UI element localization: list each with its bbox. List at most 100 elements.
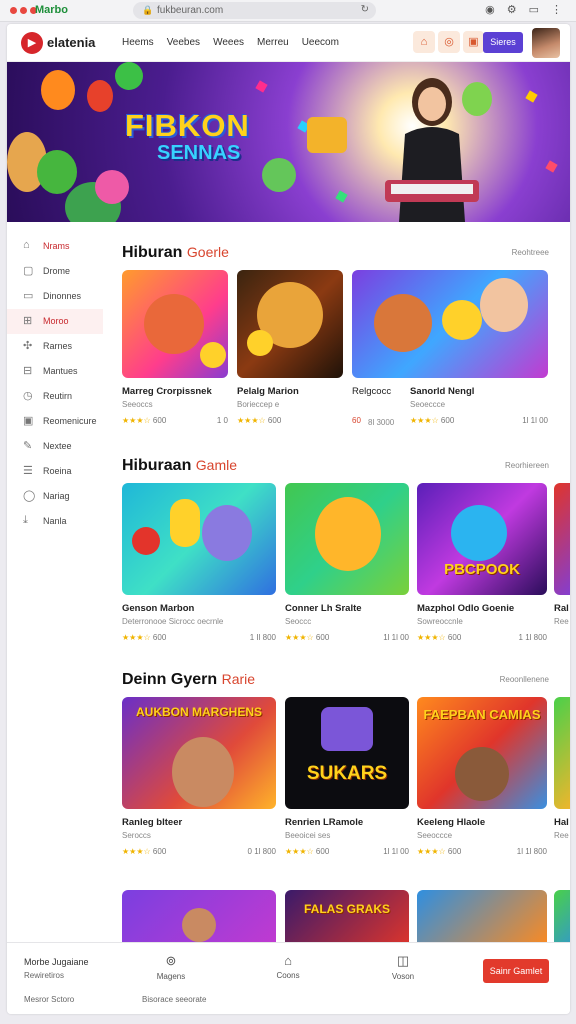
game-thumbnail[interactable]: SUKARS — [285, 697, 409, 809]
sidebar-item-home[interactable]: ⌂ Nrams — [7, 234, 103, 259]
card-title[interactable]: Relgcocc — [352, 386, 391, 397]
gamepad-icon: ⊚ — [165, 953, 177, 968]
game-thumbnail[interactable] — [554, 483, 570, 595]
sidebar-item[interactable]: ✎ Nextee — [7, 434, 103, 459]
rating-stars: ★★★☆ 600 — [285, 847, 330, 856]
cta-button[interactable]: Sainr Gamlet — [483, 959, 549, 983]
card-subtitle: Seeoccs — [122, 400, 153, 409]
sidebar-item[interactable]: ⊟ Mantues — [7, 359, 103, 384]
footer-link[interactable]: Bisorace seeorate — [142, 995, 206, 1004]
tab-home[interactable]: ⌂ Coons — [258, 953, 318, 980]
card-title[interactable]: Pelalg Marion — [237, 386, 299, 397]
see-all-link[interactable]: Reoonllenene — [500, 675, 549, 684]
settings-icon[interactable]: ⚙ — [507, 3, 517, 16]
card-title[interactable]: Mazphol Odlo Goenie — [417, 603, 514, 614]
card-title[interactable]: Genson Marbon — [122, 603, 194, 614]
card-title[interactable]: Conner Lh Sralte — [285, 603, 362, 614]
game-card[interactable]: Conner Lh Sralte Seoccc ★★★☆ 600 1l 1l 0… — [285, 483, 409, 653]
sidebar-item-label: Reutirn — [43, 391, 73, 401]
sidebar-item[interactable]: ▣ Reomenicure — [7, 409, 103, 434]
game-card[interactable]: Genson Marbon Deterronooe Sicrocc oecrnl… — [122, 483, 276, 653]
sidebar-item[interactable]: ☰ Roeina — [7, 459, 103, 484]
game-thumbnail[interactable]: AUKBON MARGHENS — [122, 697, 276, 809]
sidebar-item-active[interactable]: ⊞ Moroo — [7, 309, 103, 334]
game-card[interactable]: Pelalg Marion Borieccep e ★★★☆ 600 — [237, 270, 343, 440]
sidebar-item[interactable]: ▢ Drome — [7, 259, 103, 284]
sidebar-item[interactable]: ◯ Nariag — [7, 484, 103, 509]
game-card[interactable]: Relgcocc 60 8l 3000 Sanorld Nengl Seoecc… — [352, 270, 548, 440]
tab-label: Coons — [276, 971, 300, 980]
nav-link[interactable]: Ueecom — [302, 37, 339, 48]
game-card[interactable]: FALAS GRAKS — [285, 890, 409, 942]
game-card[interactable]: SUKARS Renrien LRamole Beeoicei ses ★★★☆… — [285, 697, 409, 867]
tab-notifications[interactable]: ◫ Voson — [373, 953, 433, 981]
game-thumbnail[interactable]: FAEPBAN CAMIAS — [417, 697, 547, 809]
footer-subtitle[interactable]: Rewiretiros — [24, 971, 64, 980]
hero-banner[interactable]: FIBKON SENNAS — [7, 62, 570, 222]
home-icon[interactable]: ⌂ — [413, 31, 435, 53]
card-title[interactable]: Ral — [554, 603, 569, 614]
see-all-link[interactable]: Reorhiereen — [505, 461, 549, 470]
game-thumbnail[interactable] — [554, 697, 570, 809]
game-card[interactable]: AUKBON MARGHENS Ranleg blteer Seroccs ★★… — [122, 697, 276, 867]
sidebar-item[interactable]: ✣ Rarnes — [7, 334, 103, 359]
nav-link[interactable]: Merreu — [257, 37, 289, 48]
rating-stars: ★★★☆ 600 — [285, 633, 330, 642]
card-title[interactable]: Hal — [554, 817, 569, 828]
reload-icon[interactable]: ↻ — [361, 4, 369, 15]
game-card[interactable]: Ral Ree — [554, 483, 570, 653]
game-thumbnail[interactable] — [417, 890, 547, 942]
game-thumbnail[interactable] — [122, 890, 276, 942]
cube-shape — [321, 707, 373, 751]
card-title[interactable]: Keeleng Hlaole — [417, 817, 485, 828]
game-thumbnail[interactable] — [285, 483, 409, 595]
game-card[interactable]: Hal Ree — [554, 697, 570, 867]
browser-tab-title[interactable]: Marbo — [35, 4, 68, 16]
card-title[interactable]: Marreg Crorpissnek — [122, 386, 212, 397]
window-controls[interactable] — [10, 7, 37, 14]
game-thumbnail[interactable] — [554, 890, 570, 942]
gift-icon[interactable]: ▣ — [463, 31, 484, 53]
game-thumbnail[interactable] — [122, 270, 228, 378]
nav-link[interactable]: Heems — [122, 37, 154, 48]
shield-icon[interactable]: ◉ — [485, 3, 495, 16]
nav-link[interactable]: Weees — [213, 37, 244, 48]
tab-games[interactable]: ⊚ Magens — [141, 953, 201, 981]
game-thumbnail[interactable]: FALAS GRAKS — [285, 890, 409, 942]
nav-link[interactable]: Veebes — [167, 37, 200, 48]
minimize-icon[interactable] — [20, 7, 27, 14]
menu-icon[interactable]: ⋮ — [551, 3, 562, 16]
sidebar-item[interactable]: ⤓ Nanla — [7, 509, 103, 534]
rating-stars: ★★★☆ 600 — [417, 633, 462, 642]
see-all-link[interactable]: Reohtreee — [512, 248, 549, 257]
game-card[interactable] — [554, 890, 570, 942]
card-title[interactable]: Sanorld Nengl — [410, 386, 474, 397]
card-title[interactable]: Renrien LRamole — [285, 817, 363, 828]
sidebar-item-label: Nextee — [43, 441, 72, 451]
game-thumbnail[interactable] — [237, 270, 343, 378]
game-card[interactable]: PBCPOOK Mazphol Odlo Goenie Sowreoccnle … — [417, 483, 547, 653]
game-thumbnail[interactable] — [122, 483, 276, 595]
close-icon[interactable] — [10, 7, 17, 14]
lion-character — [315, 497, 381, 571]
sidebar-item-label: Rarnes — [43, 341, 73, 351]
address-bar[interactable]: 🔒 fukbeuran.com ↻ — [133, 2, 376, 19]
signin-button[interactable]: Sieres — [483, 32, 523, 53]
card-meta: 1l 1l 00 — [522, 416, 548, 425]
sidebar-item[interactable]: ▭ Dinonnes — [7, 284, 103, 309]
footer-link[interactable]: Mesror Sctoro — [24, 995, 74, 1004]
card-title[interactable]: Ranleg blteer — [122, 817, 182, 828]
game-thumbnail[interactable] — [352, 270, 548, 378]
game-card[interactable] — [417, 890, 547, 942]
sidebar-item[interactable]: ◷ Reutirn — [7, 384, 103, 409]
sidebar-item-label: Roeina — [43, 466, 72, 476]
logo-icon[interactable]: ▶ — [21, 32, 43, 54]
logo-text[interactable]: elatenia — [47, 35, 95, 50]
bell-icon[interactable]: ◎ — [438, 31, 460, 53]
avatar[interactable] — [532, 28, 560, 58]
game-card[interactable]: FAEPBAN CAMIAS Keeleng Hlaole Seeoccce ★… — [417, 697, 547, 867]
game-card[interactable]: Marreg Crorpissnek Seeoccs ★★★☆ 600 1 0 — [122, 270, 228, 440]
game-card[interactable] — [122, 890, 276, 942]
square-icon: ▭ — [23, 290, 34, 302]
game-thumbnail[interactable]: PBCPOOK — [417, 483, 547, 595]
